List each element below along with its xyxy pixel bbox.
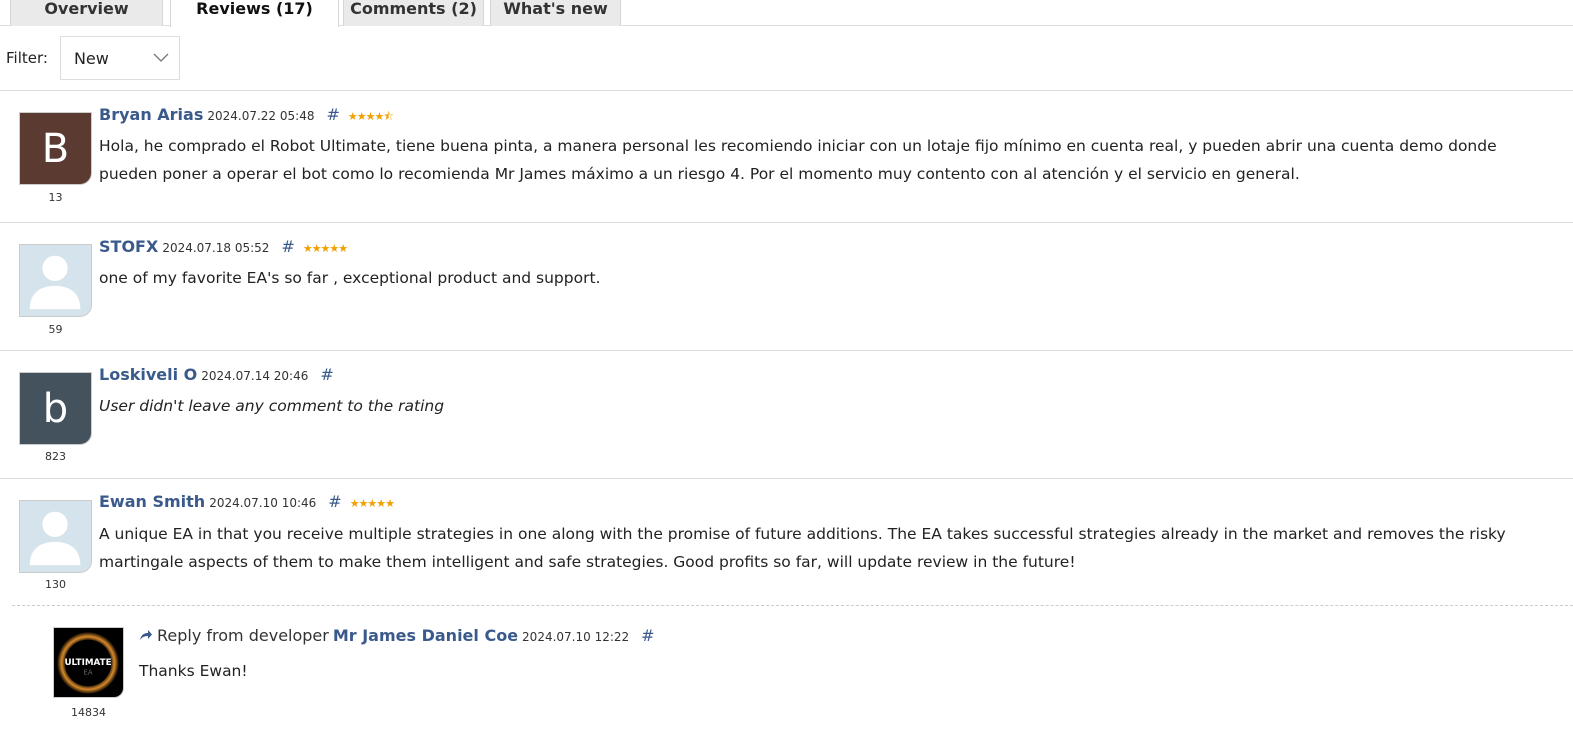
divider xyxy=(0,90,1573,91)
reviewer-name[interactable]: Ewan Smith xyxy=(99,492,205,511)
developer-name[interactable]: Mr James Daniel Coe xyxy=(333,626,518,645)
reply-text: Thanks Ewan! xyxy=(139,662,248,680)
svg-text:ULTIMATE: ULTIMATE xyxy=(64,658,111,668)
review-text: User didn't leave any comment to the rat… xyxy=(99,397,445,415)
svg-text:EA: EA xyxy=(84,669,93,677)
filter-value: New xyxy=(73,48,109,68)
avatar[interactable] xyxy=(19,244,92,317)
review-text: Hola, he comprado el Robot Ultimate, tie… xyxy=(99,137,1497,183)
permalink[interactable]: # xyxy=(641,626,654,645)
user-rating-count: 59 xyxy=(48,323,63,336)
user-rating-count: 823 xyxy=(45,450,66,463)
user-rating-count: 130 xyxy=(45,578,66,591)
reply-arrow-icon xyxy=(140,630,152,640)
reviewer-name[interactable]: Bryan Arias xyxy=(99,105,203,124)
reviewer-name[interactable]: STOFX xyxy=(99,237,158,256)
reviewer-name[interactable]: Loskiveli O xyxy=(99,365,197,384)
review-date: 2024.07.14 20:46 xyxy=(201,369,309,383)
filter-select[interactable]: New xyxy=(59,36,180,80)
avatar[interactable] xyxy=(19,500,92,573)
default-user-icon xyxy=(29,511,81,566)
permalink[interactable]: # xyxy=(328,492,341,511)
reply-divider xyxy=(12,605,1573,606)
filter-label: Filter: xyxy=(6,49,48,67)
permalink[interactable]: # xyxy=(320,365,333,384)
developer-logo[interactable]: ULTIMATE EA xyxy=(53,627,124,698)
star-rating: ★★★★★ xyxy=(302,242,348,255)
review-text: one of my favorite EA's so far , excepti… xyxy=(99,269,601,287)
review-date: 2024.07.18 05:52 xyxy=(162,241,270,255)
tab-bar: Overview Reviews (17) Comments (2) What'… xyxy=(0,0,1573,27)
tab-reviews[interactable]: Reviews (17) xyxy=(170,0,339,27)
divider xyxy=(0,222,1573,223)
avatar[interactable]: b xyxy=(19,372,92,445)
review-date: 2024.07.22 05:48 xyxy=(207,109,315,123)
permalink[interactable]: # xyxy=(326,105,339,124)
developer-count: 14834 xyxy=(71,706,106,719)
reply-prefix: Reply from developer xyxy=(157,626,329,645)
default-user-icon xyxy=(29,255,81,310)
permalink[interactable]: # xyxy=(281,237,294,256)
filter-row: Filter: New xyxy=(6,36,180,80)
reply-date: 2024.07.10 12:22 xyxy=(522,630,630,644)
review-text: A unique EA in that you receive multiple… xyxy=(99,525,1506,571)
divider xyxy=(0,350,1573,351)
divider xyxy=(0,478,1573,479)
tab-comments[interactable]: Comments (2) xyxy=(343,0,484,26)
user-rating-count: 13 xyxy=(48,191,63,204)
star-rating: ★★★★★ xyxy=(349,497,395,510)
chevron-down-icon xyxy=(153,53,169,62)
avatar[interactable]: B xyxy=(19,112,92,185)
tab-overview[interactable]: Overview xyxy=(10,0,163,26)
review-date: 2024.07.10 10:46 xyxy=(209,496,317,510)
star-rating: ★★★★⯪ xyxy=(347,110,394,123)
ultimate-ea-logo: ULTIMATE EA xyxy=(56,631,120,695)
tab-whats-new[interactable]: What's new xyxy=(490,0,621,26)
